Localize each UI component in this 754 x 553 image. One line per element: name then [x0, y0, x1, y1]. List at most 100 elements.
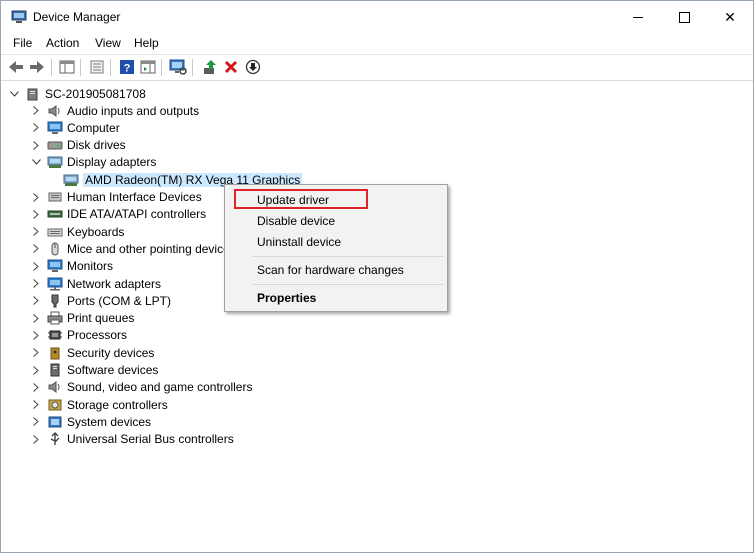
expand-chevron-icon[interactable]: [31, 192, 41, 202]
tree-item-ports-com-lpt[interactable]: Ports (COM & LPT): [31, 292, 171, 309]
update-driver-button[interactable]: [201, 59, 219, 75]
context-update-driver[interactable]: Update driver: [257, 193, 329, 207]
speaker-icon: [47, 104, 63, 118]
tree-item-network-adapters[interactable]: Network adapters: [31, 275, 161, 292]
expand-chevron-icon[interactable]: [31, 123, 41, 133]
tree-item-print-queues[interactable]: Print queues: [31, 310, 134, 327]
maximize-icon: [678, 11, 690, 23]
tree-item-disk-drives[interactable]: Disk drives: [31, 137, 126, 154]
tree-item-keyboards[interactable]: Keyboards: [31, 223, 124, 240]
expand-chevron-icon[interactable]: [31, 365, 41, 375]
monitor-icon: [47, 259, 63, 273]
toolbar: ?: [1, 54, 753, 81]
expand-chevron-icon[interactable]: [31, 279, 41, 289]
tree-item-display-adapters[interactable]: Display adapters: [31, 154, 156, 171]
close-icon: ✕: [724, 8, 736, 25]
mouse-icon: [47, 242, 63, 256]
expand-chevron-icon[interactable]: [31, 140, 41, 150]
expand-chevron-icon[interactable]: [31, 348, 41, 358]
keyboard-icon: [47, 225, 63, 239]
tree-item-label: Software devices: [67, 363, 159, 377]
disable-icon: [245, 59, 261, 75]
close-button[interactable]: ✕: [707, 1, 753, 33]
tree-item-human-interface-devices[interactable]: Human Interface Devices: [31, 189, 202, 206]
tree-item-audio-inputs-and-outputs[interactable]: Audio inputs and outputs: [31, 102, 199, 119]
expand-chevron-icon[interactable]: [31, 400, 41, 410]
expand-chevron-icon[interactable]: [31, 261, 41, 271]
tree-item-software-devices[interactable]: Software devices: [31, 362, 158, 379]
action-pane-button[interactable]: [139, 59, 157, 75]
menu-help[interactable]: Help: [132, 35, 161, 51]
software-icon: [47, 363, 63, 377]
disable-device-button[interactable]: [244, 59, 262, 75]
menu-bar: File Action View Help: [1, 33, 753, 53]
context-menu: Update driver Disable device Uninstall d…: [224, 184, 448, 312]
tree-item-label: Sound, video and game controllers: [67, 380, 253, 395]
uninstall-device-button[interactable]: [222, 59, 240, 75]
tree-item-ide-ata-atapi-controllers[interactable]: IDE ATA/ATAPI controllers: [31, 206, 206, 223]
expand-chevron-icon[interactable]: [31, 382, 41, 392]
properties-button[interactable]: [88, 59, 106, 75]
context-uninstall-device[interactable]: Uninstall device: [257, 235, 341, 249]
tree-item-label: Storage controllers: [67, 397, 168, 412]
tree-item-monitors[interactable]: Monitors: [31, 258, 113, 275]
sound-icon: [47, 380, 63, 394]
minimize-button[interactable]: [615, 1, 661, 33]
tree-item-sound-video-and-game-controllers[interactable]: Sound, video and game controllers: [31, 379, 252, 396]
tree-item-processors[interactable]: Processors: [31, 327, 127, 344]
context-properties[interactable]: Properties: [257, 291, 316, 305]
device-tree: SC-201905081708 Audio inputs and outputs…: [3, 81, 751, 550]
title-bar: Device Manager ✕: [1, 1, 753, 33]
help-icon: ?: [120, 60, 134, 75]
network-icon: [47, 277, 63, 291]
expand-chevron-icon[interactable]: [31, 434, 41, 444]
tree-item-storage-controllers[interactable]: Storage controllers: [31, 396, 168, 413]
tree-item-label: Network adapters: [67, 276, 162, 291]
tree-item-label: Security devices: [67, 345, 155, 360]
expand-chevron-icon[interactable]: [31, 209, 41, 219]
context-separator: [253, 284, 443, 285]
computer-root-icon: [25, 87, 41, 101]
display-adapter-icon: [47, 155, 63, 169]
toolbar-separator: [110, 59, 111, 76]
expand-chevron-icon[interactable]: [31, 244, 41, 254]
collapse-chevron-icon[interactable]: [31, 157, 41, 167]
tree-item-universal-serial-bus-controllers[interactable]: Universal Serial Bus controllers: [31, 431, 234, 448]
maximize-button[interactable]: [661, 1, 707, 33]
context-disable-device[interactable]: Disable device: [257, 214, 335, 228]
tree-root[interactable]: SC-201905081708: [9, 85, 146, 102]
toolbar-separator: [192, 59, 193, 76]
forward-button[interactable]: [28, 59, 46, 75]
tree-item-label: Keyboards: [67, 224, 125, 239]
tree-item-label: Monitors: [67, 259, 114, 274]
help-button[interactable]: ?: [118, 59, 136, 75]
toolbar-separator: [80, 59, 81, 76]
expand-chevron-icon[interactable]: [31, 417, 41, 427]
device-manager-window: Device Manager ✕ File Action View Help ?: [0, 0, 754, 553]
collapse-chevron-icon[interactable]: [9, 89, 19, 99]
expand-chevron-icon[interactable]: [31, 227, 41, 237]
menu-file[interactable]: File: [11, 35, 34, 51]
back-button[interactable]: [7, 59, 25, 75]
disk-icon: [47, 138, 63, 152]
update-driver-icon: [204, 60, 216, 74]
scan-hardware-button[interactable]: [169, 59, 187, 75]
usb-icon: [47, 432, 63, 446]
expand-chevron-icon[interactable]: [31, 296, 41, 306]
context-scan-hardware[interactable]: Scan for hardware changes: [257, 263, 404, 277]
tree-item-computer[interactable]: Computer: [31, 119, 120, 136]
expand-chevron-icon[interactable]: [31, 106, 41, 116]
menu-action[interactable]: Action: [44, 35, 81, 51]
tree-item-security-devices[interactable]: Security devices: [31, 344, 154, 361]
tree-item-mice-and-other-pointing-devices[interactable]: Mice and other pointing devices: [31, 240, 236, 257]
device-manager-app-icon: [11, 10, 27, 23]
tree-item-label: Human Interface Devices: [67, 190, 202, 204]
show-hide-console-tree-button[interactable]: [58, 59, 76, 75]
uninstall-icon: [224, 60, 238, 74]
system-icon: [47, 415, 63, 429]
expand-chevron-icon[interactable]: [31, 313, 41, 323]
tree-item-system-devices[interactable]: System devices: [31, 413, 151, 430]
menu-view[interactable]: View: [93, 35, 123, 51]
tree-item-label: Computer: [67, 120, 120, 135]
expand-chevron-icon[interactable]: [31, 330, 41, 340]
